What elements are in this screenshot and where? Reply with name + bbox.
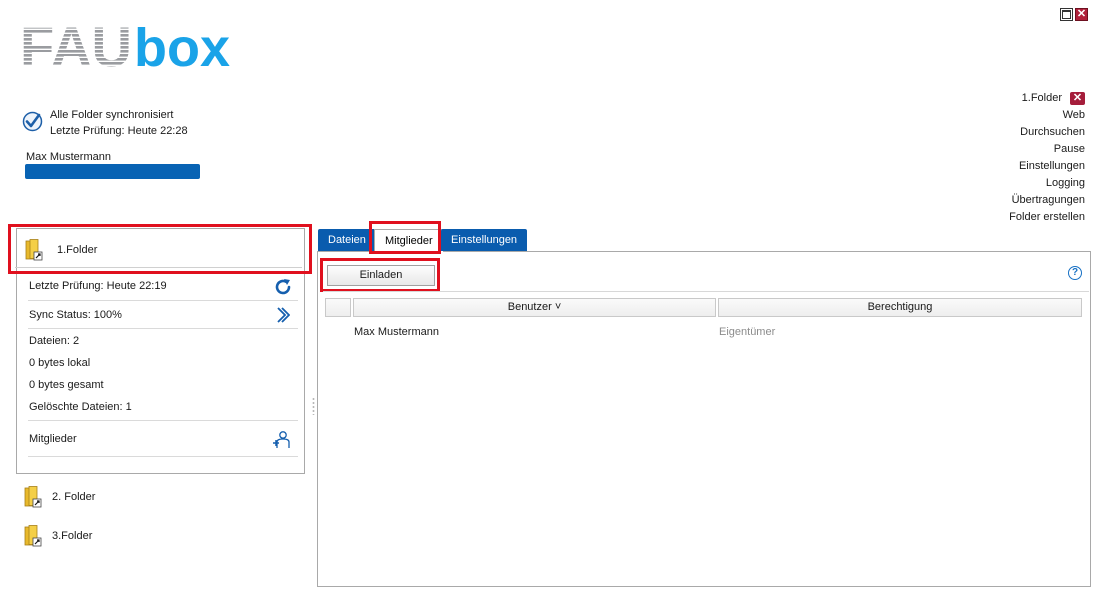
menu-item-web[interactable]: Web — [925, 107, 1085, 124]
folder-deleted-files: Gelöschte Dateien: 1 — [29, 401, 132, 413]
window-controls: ✕ — [1060, 8, 1088, 21]
maximize-icon[interactable] — [1060, 8, 1073, 21]
right-menu: 1.Folder ✕ Web Durchsuchen Pause Einstel… — [925, 90, 1085, 226]
divider — [323, 291, 1089, 292]
logo-fau-text: FAU — [20, 18, 132, 72]
folder-icon — [24, 525, 42, 547]
folder-name: 3.Folder — [52, 530, 93, 542]
folder-name: 2. Folder — [52, 491, 96, 503]
panel-splitter[interactable] — [312, 397, 315, 415]
folder-item[interactable]: 2. Folder — [24, 486, 95, 508]
add-member-icon[interactable] — [271, 430, 293, 450]
folder-files-count: Dateien: 2 — [29, 335, 80, 347]
folder-total-size: 0 bytes gesamt — [29, 379, 104, 391]
divider — [28, 328, 298, 329]
close-folder-icon[interactable]: ✕ — [1070, 92, 1085, 105]
menu-item-folder-erstellen[interactable]: Folder erstellen — [925, 209, 1085, 226]
quota-bar — [25, 164, 200, 179]
sync-status-text: Alle Folder synchronisiert — [50, 109, 174, 121]
current-folder-label: 1.Folder — [1021, 92, 1062, 104]
logo-box-text: box — [134, 18, 230, 72]
close-icon[interactable]: ✕ — [1075, 8, 1088, 21]
folder-icon — [24, 486, 42, 508]
help-icon[interactable]: ? — [1068, 266, 1082, 280]
chevron-right-icon[interactable] — [276, 307, 290, 323]
tab-dateien[interactable]: Dateien — [318, 229, 376, 251]
menu-item-pause[interactable]: Pause — [925, 141, 1085, 158]
divider — [28, 420, 298, 421]
folder-sync-status: Sync Status: 100% — [29, 309, 122, 321]
member-permission[interactable]: Eigentümer — [719, 326, 775, 338]
menu-current-folder: 1.Folder ✕ — [925, 90, 1085, 107]
refresh-icon[interactable] — [273, 277, 293, 297]
highlight-box — [369, 221, 441, 254]
highlight-box — [320, 258, 440, 292]
column-header-select[interactable] — [325, 298, 351, 317]
highlight-box — [8, 224, 312, 274]
member-name[interactable]: Max Mustermann — [354, 326, 439, 338]
divider — [28, 300, 298, 301]
check-circle-icon — [22, 111, 43, 132]
folder-members-label: Mitglieder — [29, 433, 77, 445]
folder-local-size: 0 bytes lokal — [29, 357, 91, 369]
column-header-benutzer[interactable]: Benutzer ˅ — [353, 298, 716, 317]
user-name: Max Mustermann — [26, 151, 111, 163]
menu-item-logging[interactable]: Logging — [925, 175, 1085, 192]
faubox-logo: FAU box — [20, 18, 230, 72]
menu-item-durchsuchen[interactable]: Durchsuchen — [925, 124, 1085, 141]
folder-last-check: Letzte Prüfung: Heute 22:19 — [29, 280, 167, 292]
tab-einstellungen[interactable]: Einstellungen — [441, 229, 528, 251]
divider — [28, 456, 298, 457]
menu-item-uebertragungen[interactable]: Übertragungen — [925, 192, 1085, 209]
last-check-text: Letzte Prüfung: Heute 22:28 — [50, 125, 188, 137]
menu-item-einstellungen[interactable]: Einstellungen — [925, 158, 1085, 175]
column-header-berechtigung[interactable]: Berechtigung — [718, 298, 1082, 317]
folder-item[interactable]: 3.Folder — [24, 525, 92, 547]
